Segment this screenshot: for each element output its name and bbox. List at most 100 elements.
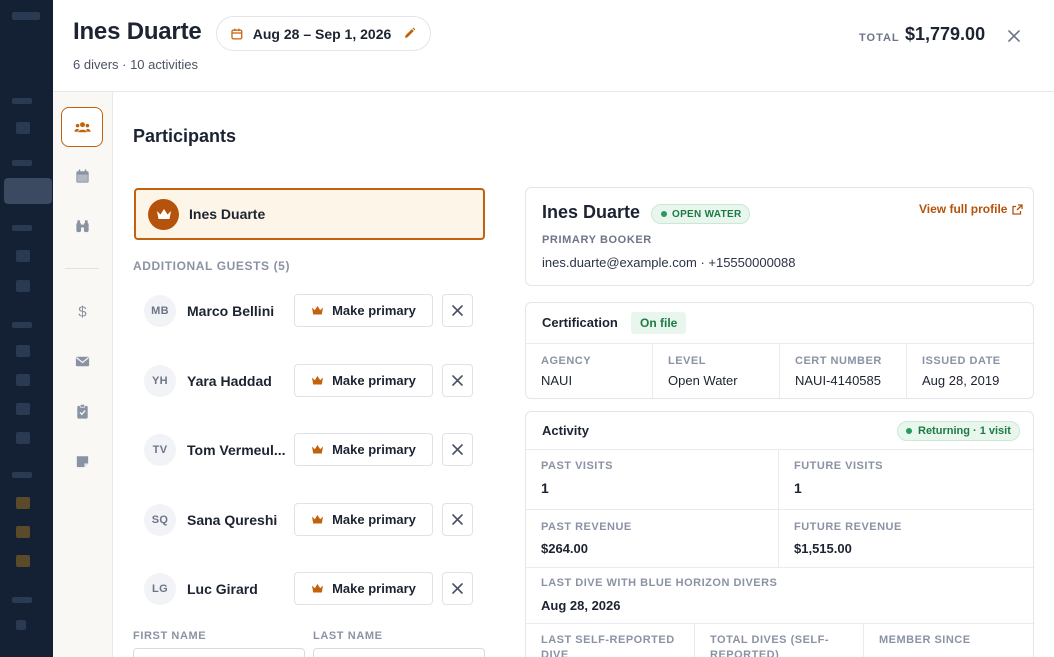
rail-divider [65, 268, 99, 269]
make-primary-button[interactable]: Make primary [294, 503, 433, 536]
clipboard-icon [76, 403, 88, 419]
agency-value: NAUI [541, 373, 573, 388]
agency-label: AGENCY [541, 355, 592, 367]
guest-row: TV Tom Vermeul... Make primary [144, 433, 486, 467]
section-rail: $ [53, 92, 113, 657]
rail-participants[interactable] [61, 107, 103, 147]
booking-panel: Ines Duarte Aug 28 – Sep 1, 2026 6 diver… [53, 0, 1054, 657]
member-since-label: MEMBER SINCE [879, 634, 971, 646]
activity-title: Activity [542, 423, 589, 438]
make-primary-label: Make primary [332, 581, 416, 596]
first-name-label: FIRST NAME [133, 630, 207, 642]
rail-equipment[interactable] [61, 206, 103, 246]
date-range-text: Aug 28 – Sep 1, 2026 [252, 25, 392, 42]
make-primary-button[interactable]: Make primary [294, 294, 433, 327]
background-nav-icon [16, 280, 30, 292]
crown-icon [312, 306, 324, 315]
remove-guest-button[interactable] [442, 294, 473, 327]
close-icon [452, 375, 463, 386]
divider [694, 623, 695, 657]
certification-title: Certification [542, 315, 618, 330]
certification-header: Certification On file [526, 303, 1033, 344]
guest-name: Luc Girard [187, 581, 258, 597]
guest-row: MB Marco Bellini Make primary [144, 294, 486, 328]
guest-name: Marco Bellini [187, 303, 275, 319]
last-name-label: LAST NAME [313, 630, 383, 642]
issued-date-value: Aug 28, 2019 [922, 373, 1000, 388]
total-dives-label: TOTAL DIVES (SELF-REPORTED) [710, 634, 830, 657]
future-visits-value: 1 [794, 480, 802, 496]
make-primary-button[interactable]: Make primary [294, 364, 433, 397]
first-name-field[interactable] [133, 648, 305, 657]
background-section [12, 322, 32, 328]
rail-payments[interactable]: $ [61, 291, 103, 331]
remove-guest-button[interactable] [442, 572, 473, 605]
make-primary-label: Make primary [332, 442, 416, 457]
divider [526, 449, 1033, 450]
cert-number-value: NAUI-4140585 [795, 373, 881, 388]
view-full-profile-link[interactable]: View full profile [919, 202, 1024, 216]
last-name-field[interactable] [313, 648, 485, 657]
make-primary-button[interactable]: Make primary [294, 572, 433, 605]
background-app-sidebar [0, 0, 53, 657]
background-section [12, 98, 32, 104]
future-revenue-value: $1,515.00 [794, 541, 852, 556]
level-value: Open Water [668, 373, 738, 388]
remove-guest-button[interactable] [442, 433, 473, 466]
svg-text:$: $ [78, 303, 87, 319]
last-dive-value: Aug 28, 2026 [541, 598, 621, 613]
rail-messages[interactable] [61, 341, 103, 381]
participants-heading: Participants [133, 126, 237, 146]
background-nav-icon [16, 345, 30, 357]
guest-name: Tom Vermeul... [187, 442, 286, 458]
level-cell: LEVEL Open Water [653, 344, 780, 398]
certification-level-badge: OPEN WATER [651, 204, 751, 224]
last-self-reported-dive-label: LAST SELF-REPORTED DIVE [541, 634, 675, 657]
total-value: $1,779.00 [905, 24, 986, 44]
binoculars-icon [75, 219, 89, 232]
avatar: MB [144, 295, 176, 327]
profile-name: Ines Duarte [542, 202, 641, 222]
primary-avatar [148, 198, 179, 230]
remove-guest-button[interactable] [442, 503, 473, 536]
background-nav-icon [16, 432, 30, 444]
background-section [12, 472, 32, 478]
issued-date-cell: ISSUED DATE Aug 28, 2019 [907, 344, 1033, 398]
background-nav-icon [16, 526, 30, 538]
pencil-icon[interactable] [403, 27, 416, 40]
close-icon [452, 514, 463, 525]
make-primary-label: Make primary [332, 373, 416, 388]
cert-number-cell: CERT NUMBER NAUI-4140585 [780, 344, 907, 398]
divider [526, 509, 1033, 510]
past-revenue-value: $264.00 [541, 541, 588, 556]
crown-icon [156, 208, 171, 219]
guest-name: Sana Qureshi [187, 512, 278, 528]
background-nav-icon [16, 497, 30, 509]
avatar: LG [144, 573, 176, 605]
rail-notes[interactable] [61, 441, 103, 481]
background-nav-icon [16, 620, 26, 630]
primary-participant-card[interactable]: Ines Duarte [134, 188, 485, 240]
background-nav-icon [16, 403, 30, 415]
close-icon[interactable] [1006, 28, 1022, 44]
background-nav-icon [16, 555, 30, 567]
divider [526, 567, 1033, 568]
certification-card: Certification On file AGENCY NAUI LEVEL … [525, 302, 1034, 399]
crown-icon [312, 584, 324, 593]
make-primary-button[interactable]: Make primary [294, 433, 433, 466]
booker-profile-card: Ines Duarte OPEN WATER PRIMARY BOOKER in… [525, 187, 1034, 286]
date-range-pill[interactable]: Aug 28 – Sep 1, 2026 [216, 16, 431, 51]
rail-waivers[interactable] [61, 391, 103, 431]
calendar-icon [75, 168, 89, 183]
rail-schedule[interactable] [61, 156, 103, 196]
level-label: LEVEL [668, 355, 706, 367]
view-full-profile-label: View full profile [919, 202, 1008, 216]
profile-role: PRIMARY BOOKER [542, 234, 652, 246]
guest-name: Yara Haddad [187, 373, 272, 389]
agency-cell: AGENCY NAUI [526, 344, 653, 398]
remove-guest-button[interactable] [442, 364, 473, 397]
avatar: YH [144, 365, 176, 397]
past-visits-label: PAST VISITS [541, 460, 613, 472]
note-icon [76, 455, 88, 467]
total-label: TOTAL [859, 32, 900, 44]
